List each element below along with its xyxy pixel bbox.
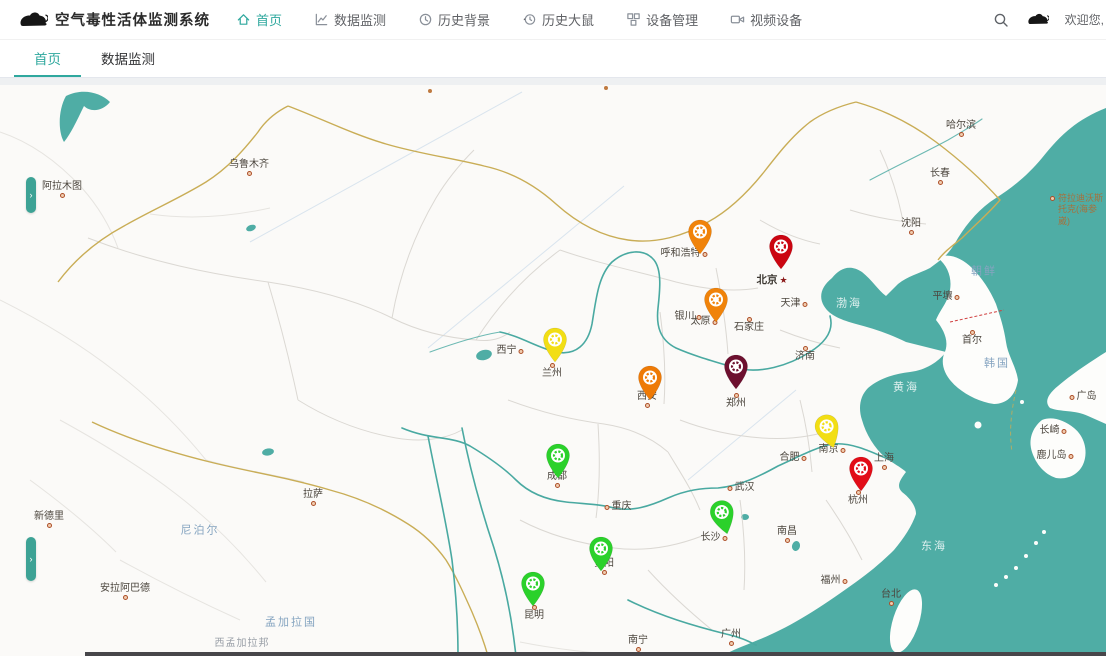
chart-icon (314, 12, 329, 27)
map-attribution-bar (85, 652, 1106, 656)
nav-item-device-management[interactable]: 设备管理 (626, 10, 698, 29)
china-map (0, 85, 1106, 656)
map-pin-西安[interactable] (637, 365, 663, 401)
nav-item-video-devices[interactable]: 视频设备 (730, 10, 802, 29)
nav-label: 历史背景 (438, 10, 490, 29)
search-icon[interactable] (993, 12, 1009, 28)
grid-icon (626, 12, 641, 27)
map-pin-太原[interactable] (703, 287, 729, 323)
welcome-text: 欢迎您, (1065, 11, 1104, 28)
map-dot (604, 86, 608, 90)
nav-label: 视频设备 (750, 10, 802, 29)
city-label: 符拉迪沃斯 托克(海参崴) (1058, 193, 1106, 227)
app-logo-rat-icon (16, 10, 48, 30)
map-pin-北京[interactable] (768, 234, 794, 270)
nav-item-data-monitor[interactable]: 数据监测 (314, 10, 386, 29)
home-icon (236, 12, 251, 27)
map-dot (428, 89, 432, 93)
user-avatar-rat-icon[interactable] (1025, 12, 1049, 27)
page-tabbar: 首页 数据监测 (0, 40, 1106, 78)
map-pin-贵阳[interactable] (588, 536, 614, 572)
map-pin-兰州[interactable] (542, 327, 568, 363)
nav-item-history-rats[interactable]: 历史大鼠 (522, 10, 594, 29)
map-pin-成都[interactable] (545, 443, 571, 479)
map-panel-toggle-1[interactable]: › (26, 177, 36, 213)
header-right: 欢迎您, (993, 11, 1106, 28)
map-pin-昆明[interactable] (520, 571, 546, 607)
map-canvas[interactable]: 呼和浩特北京★太原兰州西安郑州南京杭州成都长沙贵阳昆明乌鲁木齐阿拉木图哈尔滨长春… (0, 85, 1106, 656)
tab-home[interactable]: 首页 (14, 40, 81, 77)
map-pin-杭州[interactable] (848, 456, 874, 492)
city-dot (1050, 196, 1055, 201)
divider (0, 78, 1106, 85)
nav-item-history-background[interactable]: 历史背景 (418, 10, 490, 29)
main-nav: 首页 数据监测 历史背景 历史大鼠 设备管理 视频设备 (236, 10, 802, 29)
nav-item-home[interactable]: 首页 (236, 10, 282, 29)
video-icon (730, 12, 745, 27)
clock-icon (418, 12, 433, 27)
app-header: 空气毒性活体监测系统 首页 数据监测 历史背景 历史大鼠 设备管理 视频设备 (0, 0, 1106, 40)
nav-label: 数据监测 (334, 10, 386, 29)
history-icon (522, 12, 537, 27)
map-pin-郑州[interactable] (723, 354, 749, 390)
nav-label: 历史大鼠 (542, 10, 594, 29)
nav-label: 首页 (256, 10, 282, 29)
map-panel-toggle-2[interactable]: › (26, 537, 36, 581)
app-title: 空气毒性活体监测系统 (55, 9, 210, 30)
nav-label: 设备管理 (646, 10, 698, 29)
tab-data-monitor[interactable]: 数据监测 (81, 40, 175, 77)
map-pin-呼和浩特[interactable] (687, 219, 713, 255)
